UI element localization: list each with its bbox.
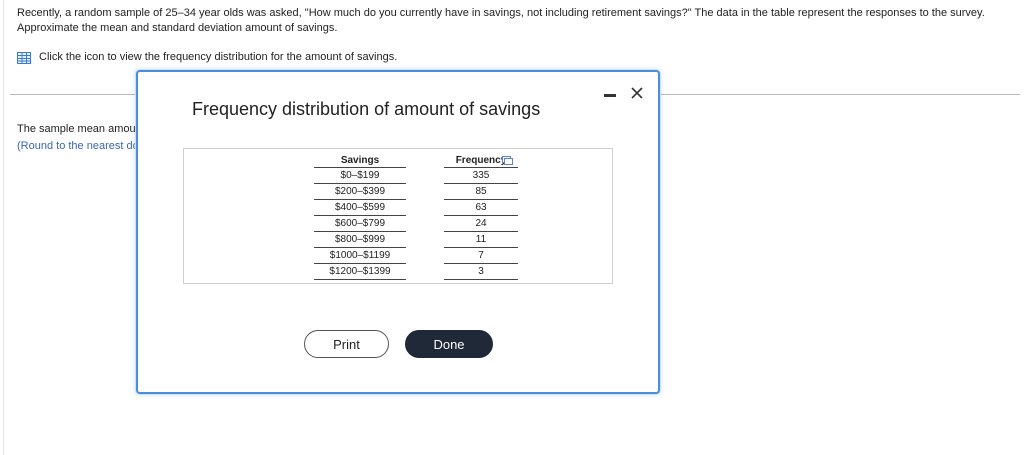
table-container: Savings Frequency $0–$199 335 $200–$399 85… [183, 148, 613, 284]
section-divider [10, 94, 136, 95]
savings-cell: $200–$399 [314, 183, 406, 200]
savings-cell: $1000–$1199 [314, 247, 406, 264]
table-row: $1200–$1399 3 [314, 263, 518, 280]
dialog-controls [604, 86, 644, 100]
icon-instruction-text: Click the icon to view the frequency dis… [39, 51, 398, 63]
section-divider [660, 94, 1020, 95]
frequency-table: Savings Frequency $0–$199 335 $200–$399 85… [314, 153, 518, 280]
frequency-cell: 3 [444, 263, 518, 280]
table-row: $400–$599 63 [314, 199, 518, 216]
savings-cell: $800–$999 [314, 231, 406, 248]
savings-cell: $1200–$1399 [314, 263, 406, 280]
copy-icon[interactable] [502, 156, 513, 165]
savings-cell: $0–$199 [314, 167, 406, 184]
column-header-savings: Savings [314, 153, 406, 168]
sample-mean-prompt: The sample mean amount of savings [17, 123, 135, 135]
frequency-cell: 335 [444, 167, 518, 184]
frequency-cell: 85 [444, 183, 518, 200]
print-button[interactable]: Print [304, 330, 389, 358]
dialog-title: Frequency distribution of amount of savi… [192, 99, 541, 119]
frequency-cell: 11 [444, 231, 518, 248]
frequency-cell: 63 [444, 199, 518, 216]
table-row: $800–$999 11 [314, 231, 518, 248]
icon-instruction-row: Click the icon to view the frequency dis… [17, 50, 397, 65]
table-row: $0–$199 335 [314, 167, 518, 184]
left-border [3, 0, 4, 455]
close-icon[interactable] [630, 86, 644, 100]
done-button[interactable]: Done [405, 330, 493, 358]
question-text: Recently, a random sample of 25–34 year … [17, 7, 985, 34]
frequency-dialog: Frequency distribution of amount of savi… [136, 70, 660, 394]
savings-cell: $600–$799 [314, 215, 406, 232]
frequency-cell: 7 [444, 247, 518, 264]
frequency-cell: 24 [444, 215, 518, 232]
minimize-icon[interactable] [604, 93, 616, 97]
table-row: $1000–$1199 7 [314, 247, 518, 264]
table-row: $600–$799 24 [314, 215, 518, 232]
table-icon[interactable] [17, 51, 31, 64]
round-note: (Round to the nearest dollar as needed.) [17, 140, 135, 152]
table-row: $200–$399 85 [314, 183, 518, 200]
savings-cell: $400–$599 [314, 199, 406, 216]
